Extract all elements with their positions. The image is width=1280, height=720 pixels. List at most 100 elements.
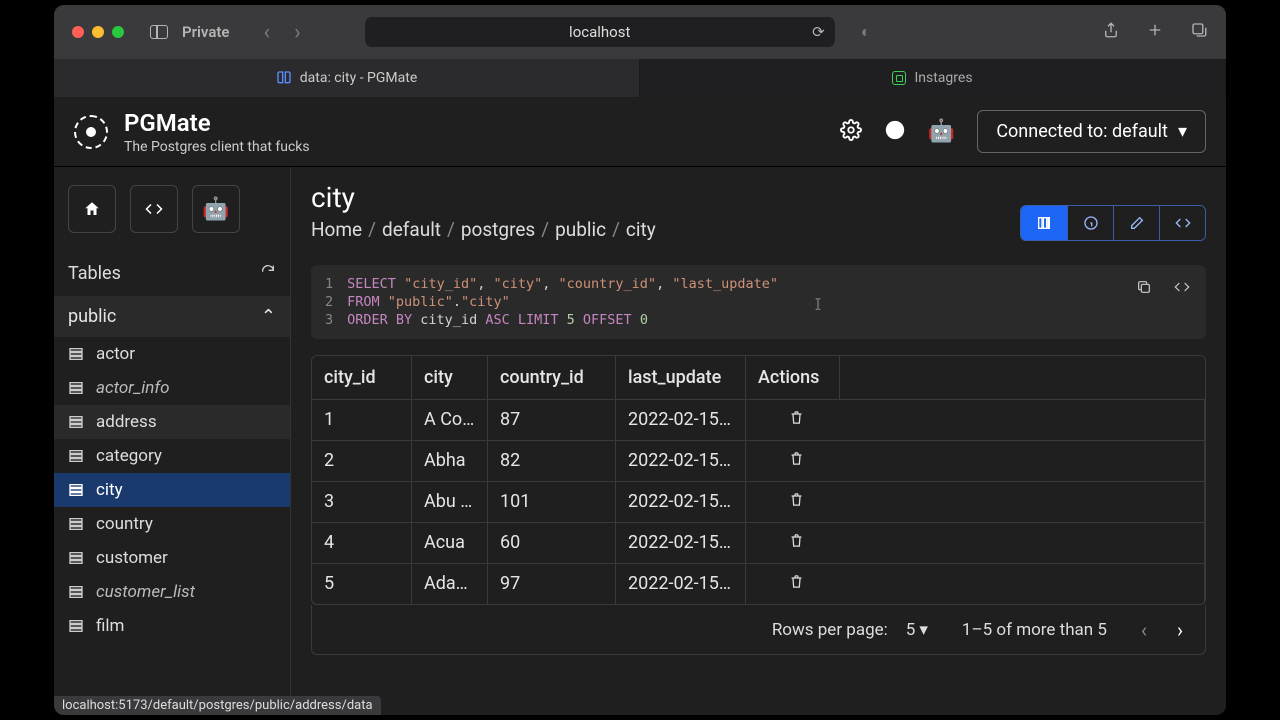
rpp-value: 5 <box>906 620 916 640</box>
app-header: PGMate The Postgres client that fucks i … <box>54 97 1226 167</box>
sidebar-table-address[interactable]: address <box>54 405 290 439</box>
table-row[interactable]: 3Abu …1012022-02-15… <box>312 482 1205 523</box>
table-icon <box>68 482 84 498</box>
table-icon <box>68 380 84 396</box>
sql-editor-button[interactable] <box>130 185 178 233</box>
actions-cell <box>746 564 1205 604</box>
app-brand: PGMate The Postgres client that fucks <box>124 109 310 155</box>
sidebar-table-country[interactable]: country <box>54 507 290 541</box>
column-header-last_update[interactable]: last_update <box>616 356 746 399</box>
table-row[interactable]: 1A Co…872022-02-15… <box>312 400 1205 441</box>
connection-selector[interactable]: Connected to: default ▾ <box>977 110 1206 153</box>
tab-pgmate[interactable]: data: city - PGMate <box>54 59 640 97</box>
cell: 2022-02-15… <box>616 523 746 563</box>
sql-preview: 123 SELECT "city_id", "city", "country_i… <box>311 265 1206 339</box>
column-header-city_id[interactable]: city_id <box>312 356 412 399</box>
delete-row-button[interactable] <box>788 492 805 513</box>
cell: 60 <box>488 523 616 563</box>
sidebar-nav: 🤖 <box>54 167 290 251</box>
cell: A Co… <box>412 400 488 440</box>
home-button[interactable] <box>68 185 116 233</box>
info-icon[interactable]: i <box>884 119 906 145</box>
sidebar-table-film[interactable]: film <box>54 609 290 643</box>
delete-row-button[interactable] <box>788 574 805 595</box>
breadcrumb-segment[interactable]: postgres <box>461 218 535 241</box>
breadcrumb-segment[interactable]: Home <box>311 218 362 241</box>
new-tab-icon[interactable] <box>1146 21 1164 43</box>
breadcrumb: Home/default/postgres/public/city <box>311 218 656 241</box>
shield-icon[interactable]: ◐ <box>861 22 871 42</box>
tab-instagres[interactable]: Instagres <box>640 59 1226 97</box>
actions-cell <box>746 482 1205 522</box>
table-row[interactable]: 4Acua602022-02-15… <box>312 523 1205 564</box>
cell: 2022-02-15… <box>616 564 746 604</box>
delete-row-button[interactable] <box>788 533 805 554</box>
sidebar-table-actor[interactable]: actor <box>54 337 290 371</box>
view-tabs <box>1020 205 1206 241</box>
breadcrumb-segment[interactable]: public <box>555 218 606 241</box>
page-nav: ‹ › <box>1141 618 1183 642</box>
view-tab-sql[interactable] <box>1159 206 1205 240</box>
sidebar: 🤖 Tables public ⌃ actor actor_infoaddress… <box>54 167 291 715</box>
refresh-icon[interactable] <box>260 263 276 284</box>
delete-row-button[interactable] <box>788 451 805 472</box>
sidebar-table-customer[interactable]: customer <box>54 541 290 575</box>
section-label: Tables <box>68 263 121 284</box>
view-tab-info[interactable] <box>1067 206 1113 240</box>
tabs-overview-icon[interactable] <box>1190 21 1208 43</box>
svg-text:i: i <box>893 122 897 137</box>
ai-assistant-button[interactable]: 🤖 <box>192 185 240 233</box>
sidebar-table-city[interactable]: city <box>54 473 290 507</box>
sidebar-table-actor_info[interactable]: actor_info <box>54 371 290 405</box>
table-name: country <box>96 514 153 534</box>
view-tab-data[interactable] <box>1021 206 1067 240</box>
table-name: address <box>96 412 157 432</box>
cell: 2022-02-15… <box>616 441 746 481</box>
text-cursor-icon <box>811 295 825 313</box>
column-header-country_id[interactable]: country_id <box>488 356 616 399</box>
copy-sql-button[interactable] <box>1130 273 1158 301</box>
chevron-down-icon: ▾ <box>1178 121 1187 142</box>
table-icon <box>68 550 84 566</box>
table-name: actor_info <box>96 378 170 398</box>
chevron-down-icon: ▾ <box>919 620 928 640</box>
minimize-window-button[interactable] <box>92 26 104 38</box>
breadcrumb-segment[interactable]: default <box>382 218 441 241</box>
next-page-button[interactable]: › <box>1177 618 1183 642</box>
back-button[interactable]: ‹ <box>256 20 279 45</box>
robot-icon[interactable]: 🤖 <box>928 119 955 144</box>
maximize-window-button[interactable] <box>112 26 124 38</box>
share-icon[interactable] <box>1102 21 1120 43</box>
view-tab-edit[interactable] <box>1113 206 1159 240</box>
page-title: city <box>311 181 656 214</box>
rpp-select[interactable]: 5 ▾ <box>906 620 928 640</box>
delete-row-button[interactable] <box>788 410 805 431</box>
browser-toolbar: Private ‹ › localhost ⟳ ◐ <box>54 5 1226 59</box>
sidebar-table-customer_list[interactable]: customer_list <box>54 575 290 609</box>
tab-label: Instagres <box>914 70 972 86</box>
settings-icon[interactable] <box>840 119 862 145</box>
sidebar-toggle-icon[interactable] <box>150 25 168 39</box>
toolbar-right-icons <box>1102 21 1208 43</box>
close-window-button[interactable] <box>72 26 84 38</box>
table-row[interactable]: 5Ada…972022-02-15… <box>312 564 1205 604</box>
book-icon <box>276 70 292 86</box>
cell: 2022-02-15… <box>616 482 746 522</box>
column-header-city[interactable]: city <box>412 356 488 399</box>
table-name: customer <box>96 548 168 568</box>
schema-toggle[interactable]: public ⌃ <box>54 296 290 337</box>
tab-bar: data: city - PGMate Instagres <box>54 59 1226 97</box>
column-header-actions[interactable]: Actions <box>746 356 840 399</box>
table-name: customer_list <box>96 582 195 602</box>
table-name: category <box>96 446 162 466</box>
table-name: film <box>96 616 124 636</box>
reload-icon[interactable]: ⟳ <box>812 23 825 41</box>
table-row[interactable]: 2Abha822022-02-15… <box>312 441 1205 482</box>
table-icon <box>68 618 84 634</box>
sql-line-numbers: 123 <box>325 275 347 329</box>
expand-sql-button[interactable] <box>1168 273 1196 301</box>
cell: 97 <box>488 564 616 604</box>
private-mode-label: Private <box>182 23 230 41</box>
url-bar[interactable]: localhost ⟳ <box>365 17 835 47</box>
sidebar-table-category[interactable]: category <box>54 439 290 473</box>
